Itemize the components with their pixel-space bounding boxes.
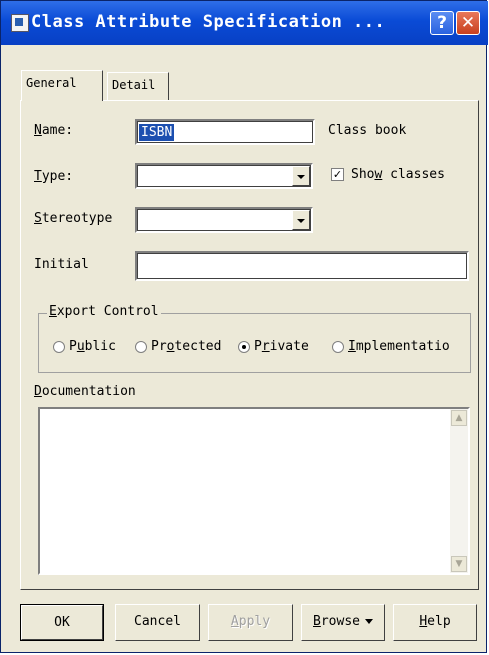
private-label: Private [254, 339, 309, 354]
scroll-up-icon[interactable]: ▲ [451, 410, 467, 426]
cancel-button[interactable]: Cancel [115, 604, 200, 641]
protected-radio[interactable] [135, 341, 147, 353]
stereotype-dropdown[interactable] [135, 207, 313, 233]
initial-input[interactable] [135, 251, 469, 281]
class-attribute-dialog: Class Attribute Specification ... ? ✕ Ge… [0, 0, 488, 653]
tab-general[interactable]: General [21, 70, 103, 101]
ok-button[interactable]: OK [20, 604, 104, 641]
public-label: Public [69, 339, 116, 354]
chevron-down-icon[interactable] [292, 166, 310, 186]
app-icon [11, 14, 29, 32]
name-label: Name: [34, 123, 74, 138]
tab-detail[interactable]: Detail [107, 72, 169, 101]
show-classes-checkbox[interactable]: ✓ [331, 168, 344, 181]
public-radio[interactable] [53, 341, 65, 353]
documentation-textarea[interactable]: ▲ ▼ [38, 407, 470, 575]
show-classes-label: Show classes [351, 167, 445, 182]
type-dropdown[interactable] [135, 163, 313, 189]
name-input[interactable]: ISBN [135, 119, 315, 145]
scroll-down-icon[interactable]: ▼ [451, 556, 467, 572]
chevron-down-icon [364, 619, 373, 624]
help-button[interactable]: Help [393, 604, 477, 641]
stereotype-label: Stereotype [34, 211, 113, 226]
private-radio[interactable] [238, 341, 250, 353]
help-title-button[interactable]: ? [430, 11, 454, 35]
type-label: Type: [34, 169, 74, 184]
window-title: Class Attribute Specification ... [31, 12, 386, 32]
implementation-radio[interactable] [332, 341, 344, 353]
class-name-text: Class book [328, 123, 407, 138]
title-bar[interactable]: Class Attribute Specification ... ? ✕ [1, 1, 488, 45]
browse-button[interactable]: Browse [301, 604, 385, 641]
chevron-down-icon[interactable] [292, 210, 310, 230]
close-button[interactable]: ✕ [456, 11, 480, 35]
initial-label: Initial [34, 257, 89, 272]
implementation-label: Implementatio [348, 339, 450, 354]
name-value: ISBN [139, 124, 175, 141]
apply-button[interactable]: Apply [208, 604, 293, 641]
documentation-label: Documentation [34, 384, 136, 399]
protected-label: Protected [151, 339, 222, 354]
export-control-title: Export Control [47, 304, 161, 319]
documentation-scrollbar[interactable]: ▲ ▼ [450, 409, 468, 573]
